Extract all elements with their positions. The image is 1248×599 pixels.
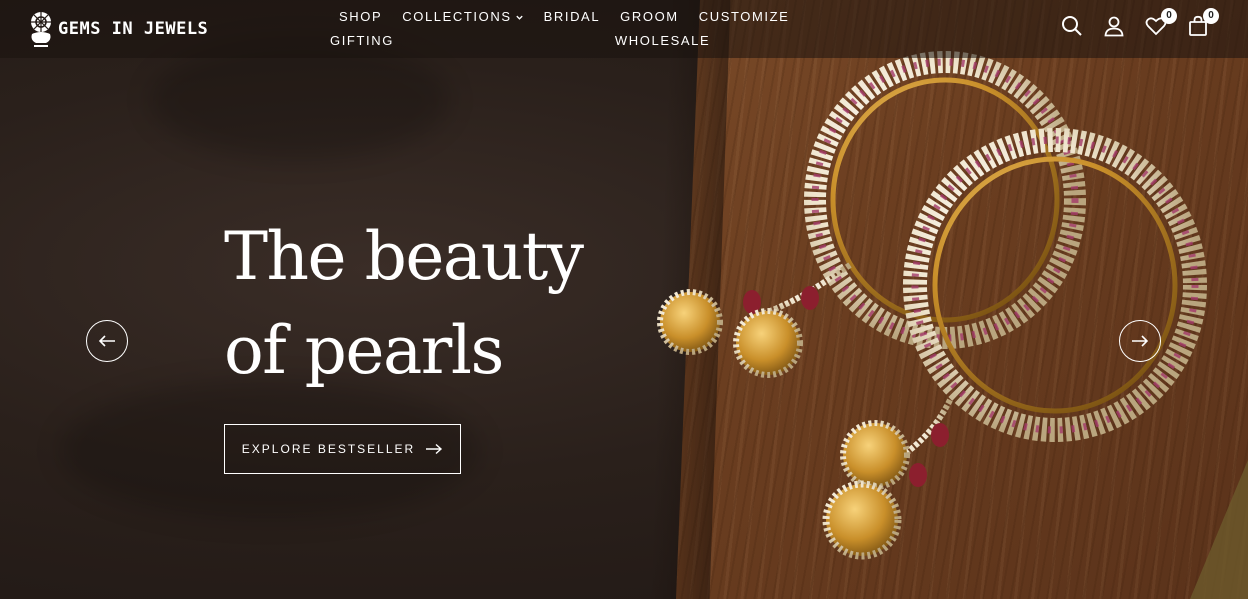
search-button[interactable] bbox=[1060, 14, 1084, 38]
nav-label: SHOP bbox=[339, 9, 383, 24]
hero-headline: The beauty of pearls bbox=[224, 210, 584, 398]
nav-item-gifting[interactable]: GIFTING bbox=[330, 33, 394, 49]
slider-next-button[interactable] bbox=[1119, 320, 1161, 362]
nav-label: COLLECTIONS bbox=[402, 9, 512, 24]
nav-label: WHOLESALE bbox=[614, 33, 711, 48]
arrow-left-icon bbox=[98, 335, 115, 347]
brand-name: GEMS IN JEWELS bbox=[58, 19, 209, 39]
pearl-bangles-image bbox=[657, 51, 1248, 599]
wishlist-button[interactable]: 0 bbox=[1144, 8, 1177, 38]
nav-item-bridal[interactable]: BRIDAL bbox=[544, 9, 601, 25]
nav-label: CUSTOMIZE bbox=[698, 9, 790, 24]
explore-bestseller-button[interactable]: EXPLORE BESTSELLER bbox=[224, 424, 461, 474]
nav-item-shop[interactable]: SHOP bbox=[339, 9, 382, 25]
headline-line-1: The beauty bbox=[224, 218, 584, 295]
nav-item-wholesale[interactable]: WHOLESALE bbox=[615, 33, 710, 49]
arrow-right-icon bbox=[1132, 335, 1149, 347]
nav-label: GIFTING bbox=[330, 33, 394, 48]
slider-prev-button[interactable] bbox=[86, 320, 128, 362]
headline-line-2: of pearls bbox=[224, 312, 504, 389]
search-icon bbox=[1062, 16, 1082, 36]
cart-count-badge: 0 bbox=[1203, 8, 1219, 24]
brand-emblem-icon bbox=[31, 12, 51, 47]
account-button[interactable] bbox=[1102, 14, 1126, 38]
nav-label: GROOM bbox=[620, 9, 679, 24]
nav-item-groom[interactable]: GROOM bbox=[620, 9, 679, 25]
cta-label: EXPLORE BESTSELLER bbox=[241, 442, 416, 456]
nav-item-customize[interactable]: CUSTOMIZE bbox=[699, 9, 790, 25]
site-header: GEMS IN JEWELS SHOP COLLECTIONS BRIDAL G… bbox=[0, 0, 1248, 58]
wishlist-count-badge: 0 bbox=[1161, 8, 1177, 24]
hero-banner bbox=[0, 0, 1248, 599]
chevron-down-icon bbox=[515, 15, 523, 20]
cart-button[interactable]: 0 bbox=[1186, 8, 1219, 38]
header-actions: 0 0 bbox=[1060, 8, 1219, 38]
brand-logo[interactable]: GEMS IN JEWELS bbox=[28, 10, 208, 48]
user-icon bbox=[1104, 16, 1124, 37]
nav-label: BRIDAL bbox=[543, 9, 601, 24]
nav-item-collections[interactable]: COLLECTIONS bbox=[402, 9, 523, 25]
main-nav: SHOP COLLECTIONS BRIDAL GROOM CUSTOMIZE … bbox=[330, 9, 850, 49]
arrow-right-icon bbox=[426, 443, 443, 455]
